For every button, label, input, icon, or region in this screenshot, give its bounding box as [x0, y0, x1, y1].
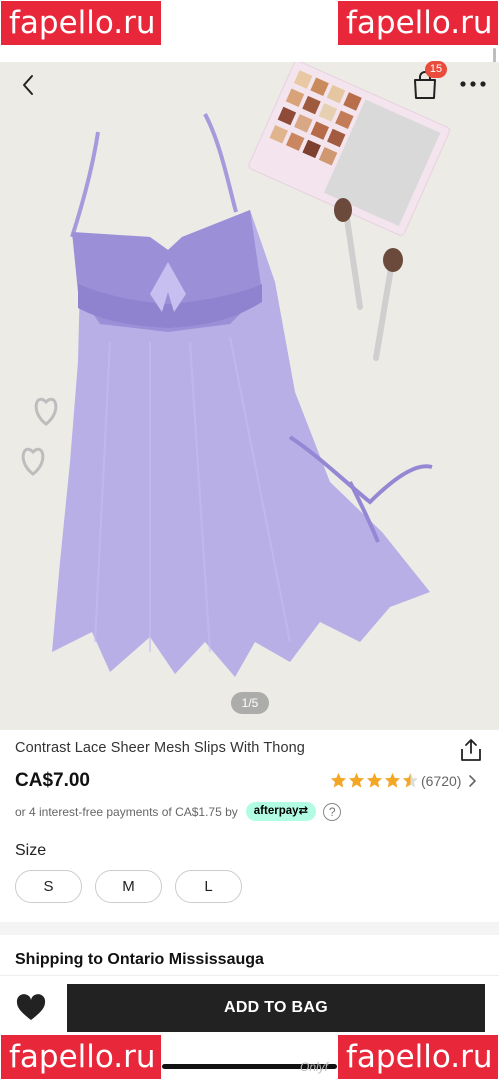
back-button[interactable] — [14, 70, 44, 100]
watermark-bottom-left: fapello.ru — [0, 1034, 162, 1080]
star-icon — [403, 773, 418, 788]
rating-count: (6720) — [421, 772, 462, 789]
size-option-s[interactable]: S — [15, 870, 82, 903]
star-icon — [349, 773, 364, 788]
image-pager: 1/5 — [231, 692, 269, 714]
watermark-top-left: fapello.ru — [0, 0, 162, 46]
wishlist-button[interactable] — [16, 994, 46, 1022]
size-option-l[interactable]: L — [175, 870, 242, 903]
installment-text: or 4 interest-free payments of CA$1.75 b… — [15, 804, 238, 819]
chevron-left-icon — [23, 75, 33, 95]
share-icon — [461, 739, 481, 761]
star-icon — [385, 773, 400, 788]
size-label: Size — [15, 842, 47, 859]
rating-stars — [330, 772, 419, 789]
slip-illustration — [52, 210, 430, 677]
earring-illustration — [21, 398, 58, 476]
help-icon[interactable]: ? — [323, 802, 342, 821]
size-option-m[interactable]: M — [95, 870, 162, 903]
product-image[interactable] — [0, 62, 499, 730]
share-button[interactable] — [458, 737, 484, 763]
watermark-top-right: fapello.ru — [337, 0, 499, 46]
add-to-bag-button[interactable]: ADD TO BAG — [67, 984, 485, 1032]
afterpay-badge[interactable]: afterpay⇄ — [245, 802, 317, 821]
watermark-bottom-right: fapello.ru — [337, 1034, 499, 1080]
product-title: Contrast Lace Sheer Mesh Slips With Thon… — [15, 740, 305, 756]
star-icon — [331, 773, 346, 788]
star-icon — [367, 773, 382, 788]
strap-illustration — [70, 113, 238, 238]
rating-link[interactable]: (6720) — [330, 772, 477, 789]
product-price: CA$7.00 — [15, 770, 90, 791]
more-icon — [460, 81, 486, 87]
section-divider — [0, 922, 499, 935]
footer-watermark: Onlyf — [300, 1060, 329, 1074]
cart-count-badge: 15 — [425, 61, 447, 78]
product-photo — [21, 62, 451, 677]
chevron-right-icon — [469, 774, 477, 787]
installment-info: or 4 interest-free payments of CA$1.75 b… — [15, 802, 342, 821]
heart-icon — [16, 994, 46, 1020]
size-options: S M L — [15, 870, 242, 903]
shipping-destination[interactable]: Shipping to Ontario Mississauga — [15, 951, 264, 969]
more-options-button[interactable] — [458, 74, 488, 94]
